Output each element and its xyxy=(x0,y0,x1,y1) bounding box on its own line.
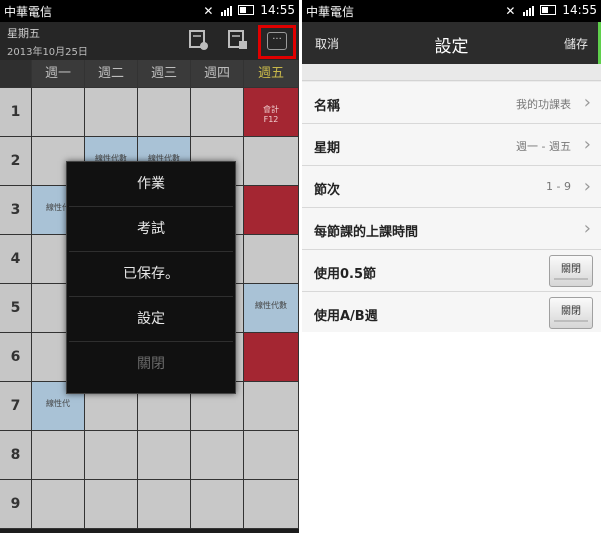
setting-value: 我的功課表 xyxy=(516,98,571,111)
course-block[interactable] xyxy=(244,186,298,234)
setting-periods[interactable]: 節次 1 - 9 › xyxy=(302,166,601,208)
timetable-cell[interactable] xyxy=(138,431,191,480)
mute-icon: ✕ xyxy=(505,4,516,18)
setting-label: 節次 xyxy=(314,183,341,198)
timetable-cell[interactable] xyxy=(244,186,299,235)
period-number: 5 xyxy=(0,284,32,333)
setting-period-times[interactable]: 每節課的上課時間 › xyxy=(302,208,601,250)
setting-half-period: 使用0.5節 關閉 xyxy=(302,250,601,292)
current-day: 星期五 xyxy=(7,27,40,40)
menu-item-homework[interactable]: 作業 xyxy=(69,162,233,207)
status-bar: 中華電信 ✕ 14:55 xyxy=(0,0,299,22)
chevron-right-icon: › xyxy=(583,218,591,239)
setting-value: 1 - 9 xyxy=(546,180,571,193)
carrier-name: 中華電信 xyxy=(306,5,355,19)
options-menu: 作業 考試 已保存。 設定 關閉 xyxy=(66,161,236,394)
period-number: 4 xyxy=(0,235,32,284)
half-period-toggle[interactable]: 關閉 xyxy=(549,255,593,287)
day-header: 週四 xyxy=(191,60,244,88)
timetable-cell[interactable] xyxy=(191,88,244,137)
clock: 14:55 xyxy=(260,3,295,17)
timetable-cell[interactable] xyxy=(32,480,85,529)
period-number: 2 xyxy=(0,137,32,186)
chevron-right-icon: › xyxy=(583,176,591,197)
menu-item-exam[interactable]: 考試 xyxy=(69,207,233,252)
timetable-cell[interactable] xyxy=(244,235,299,284)
period-number: 3 xyxy=(0,186,32,235)
timetable-cell[interactable] xyxy=(32,88,85,137)
setting-label: 名稱 xyxy=(314,99,341,114)
setting-weekdays[interactable]: 星期 週一 - 週五 › xyxy=(302,124,601,166)
setting-label: 使用A/B週 xyxy=(314,309,378,324)
toggle-label: 關閉 xyxy=(561,264,581,275)
timetable-cell[interactable] xyxy=(32,431,85,480)
period-number: 7 xyxy=(0,382,32,431)
left-screen: 中華電信 ✕ 14:55 星期五 2013年10月25日 ··· 週一 週二 週… xyxy=(0,0,299,533)
save-button[interactable]: 儲存 xyxy=(564,35,588,52)
period-number: 1 xyxy=(0,88,32,137)
corner-cell xyxy=(0,60,32,88)
battery-icon xyxy=(540,5,557,15)
timetable-cell[interactable] xyxy=(244,431,299,480)
timetable-cell[interactable] xyxy=(191,431,244,480)
period-number: 6 xyxy=(0,333,32,382)
menu-item-saved[interactable]: 已保存。 xyxy=(69,252,233,297)
day-header: 週二 xyxy=(85,60,138,88)
signal-icon xyxy=(221,4,233,16)
course-block[interactable] xyxy=(244,333,298,381)
course-block[interactable]: 線性代數 xyxy=(244,284,298,332)
chevron-right-icon: › xyxy=(583,92,591,113)
period-number: 8 xyxy=(0,431,32,480)
clock: 14:55 xyxy=(562,3,597,17)
timetable-header: 星期五 2013年10月25日 xyxy=(0,22,299,60)
menu-item-settings[interactable]: 設定 xyxy=(69,297,233,342)
edit-note-icon[interactable] xyxy=(227,28,249,52)
settings-list: 名稱 我的功課表 › 星期 週一 - 週五 › 節次 1 - 9 › 每節課的上… xyxy=(302,82,601,334)
setting-label: 每節課的上課時間 xyxy=(314,225,419,240)
current-date: 2013年10月25日 xyxy=(7,47,88,58)
timetable-cell[interactable] xyxy=(85,431,138,480)
setting-value: 週一 - 週五 xyxy=(516,140,571,153)
mute-icon: ✕ xyxy=(203,4,214,18)
timetable-cell[interactable] xyxy=(85,480,138,529)
chevron-right-icon: › xyxy=(583,134,591,155)
signal-icon xyxy=(523,4,535,16)
carrier-name: 中華電信 xyxy=(4,5,53,19)
timetable-cell[interactable]: 線性代數 xyxy=(244,284,299,333)
timetable-cell[interactable] xyxy=(244,480,299,529)
timetable-cell[interactable] xyxy=(244,333,299,382)
toggle-label: 關閉 xyxy=(561,306,581,317)
timetable-cell[interactable]: 會計 F12 xyxy=(244,88,299,137)
timetable-cell[interactable] xyxy=(191,480,244,529)
timetable-cell[interactable] xyxy=(85,88,138,137)
timetable-cell[interactable] xyxy=(138,88,191,137)
setting-name[interactable]: 名稱 我的功課表 › xyxy=(302,82,601,124)
settings-empty-area xyxy=(302,332,601,533)
setting-label: 使用0.5節 xyxy=(314,267,377,282)
day-header-today: 週五 xyxy=(244,60,299,88)
setting-ab-week: 使用A/B週 關閉 xyxy=(302,292,601,334)
day-header: 週三 xyxy=(138,60,191,88)
right-screen: 中華電信 ✕ 14:55 取消 設定 儲存 名稱 我的功課表 › 星期 週一 -… xyxy=(302,0,601,533)
timetable-cell[interactable] xyxy=(138,480,191,529)
status-bar: 中華電信 ✕ 14:55 xyxy=(302,0,601,22)
battery-icon xyxy=(238,5,255,15)
timetable-cell[interactable] xyxy=(244,382,299,431)
timetable-cell[interactable] xyxy=(244,137,299,186)
page-title: 設定 xyxy=(434,37,469,57)
course-block[interactable]: 會計 F12 xyxy=(244,88,298,136)
period-number: 9 xyxy=(0,480,32,529)
section-divider xyxy=(302,64,601,81)
add-note-icon[interactable] xyxy=(188,28,210,52)
menu-item-close[interactable]: 關閉 xyxy=(69,342,233,387)
settings-header: 取消 設定 儲存 xyxy=(302,22,601,64)
setting-label: 星期 xyxy=(314,141,341,156)
more-icon[interactable]: ··· xyxy=(267,32,287,50)
day-header: 週一 xyxy=(32,60,85,88)
ab-week-toggle[interactable]: 關閉 xyxy=(549,297,593,329)
